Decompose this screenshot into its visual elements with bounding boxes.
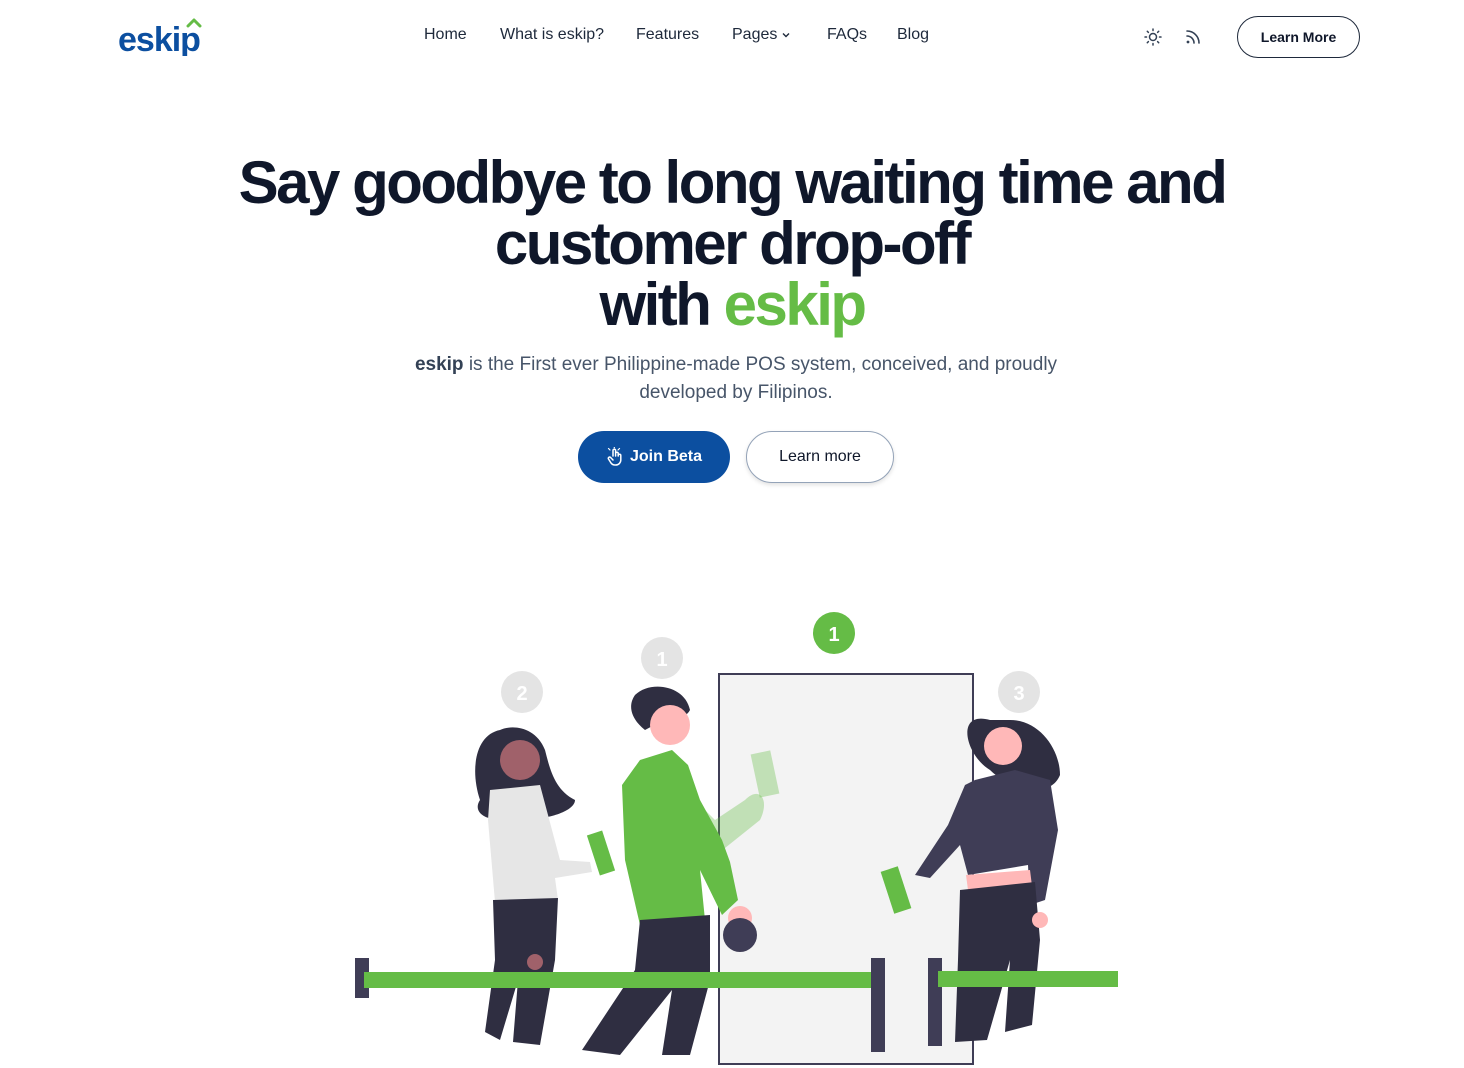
nav-item-home[interactable]: Home	[424, 26, 467, 44]
hero-title-line-2: customer drop-off	[494, 210, 972, 277]
sun-icon[interactable]	[1143, 26, 1163, 48]
hero-title: Say goodbye to long waiting time and cus…	[0, 152, 1464, 335]
badge-2: 2	[501, 671, 543, 713]
queue-rope-right	[938, 971, 1118, 987]
nav-item-blog[interactable]: Blog	[897, 26, 929, 44]
site-header: eskip Home What is eskip? Features Pages…	[0, 0, 1464, 76]
nav-item-pages[interactable]: Pages	[732, 26, 791, 44]
rss-icon[interactable]	[1183, 26, 1203, 48]
person-left	[475, 727, 616, 1045]
badge-1-green: 1	[813, 612, 855, 654]
nav-item-features[interactable]: Features	[636, 26, 699, 44]
badge-3: 3	[998, 671, 1040, 713]
hero-title-line-1: Say goodbye to long waiting time and	[238, 149, 1228, 216]
svg-text:1: 1	[828, 624, 839, 646]
svg-text:2: 2	[516, 683, 527, 705]
queue-illustration: 2 1 1 3	[355, 612, 1118, 1065]
hero-title-line-3: with eskip	[599, 271, 867, 338]
hero-subtitle: eskip is the First ever Philippine-made …	[414, 354, 1058, 403]
barrier-post-middle	[871, 958, 885, 1052]
badge-1-grey: 1	[641, 637, 683, 679]
join-beta-button[interactable]: Join Beta	[578, 431, 730, 483]
hero-subtitle-brand: eskip	[414, 354, 464, 375]
hand-pointer-icon	[607, 447, 622, 466]
learn-more-header-button[interactable]: Learn More	[1237, 16, 1360, 58]
chevron-down-icon	[782, 33, 790, 38]
svg-text:3: 3	[1013, 683, 1024, 705]
hero-title-accent: eskip	[723, 271, 867, 338]
nav-item-faqs[interactable]: FAQs	[827, 26, 867, 44]
svg-text:1: 1	[656, 649, 667, 671]
learn-more-button[interactable]: Learn more	[746, 431, 894, 483]
nav-item-what-is-eskip[interactable]: What is eskip?	[500, 26, 604, 44]
eskip-logo[interactable]: eskip	[118, 18, 222, 56]
queue-rope-left	[364, 972, 880, 988]
